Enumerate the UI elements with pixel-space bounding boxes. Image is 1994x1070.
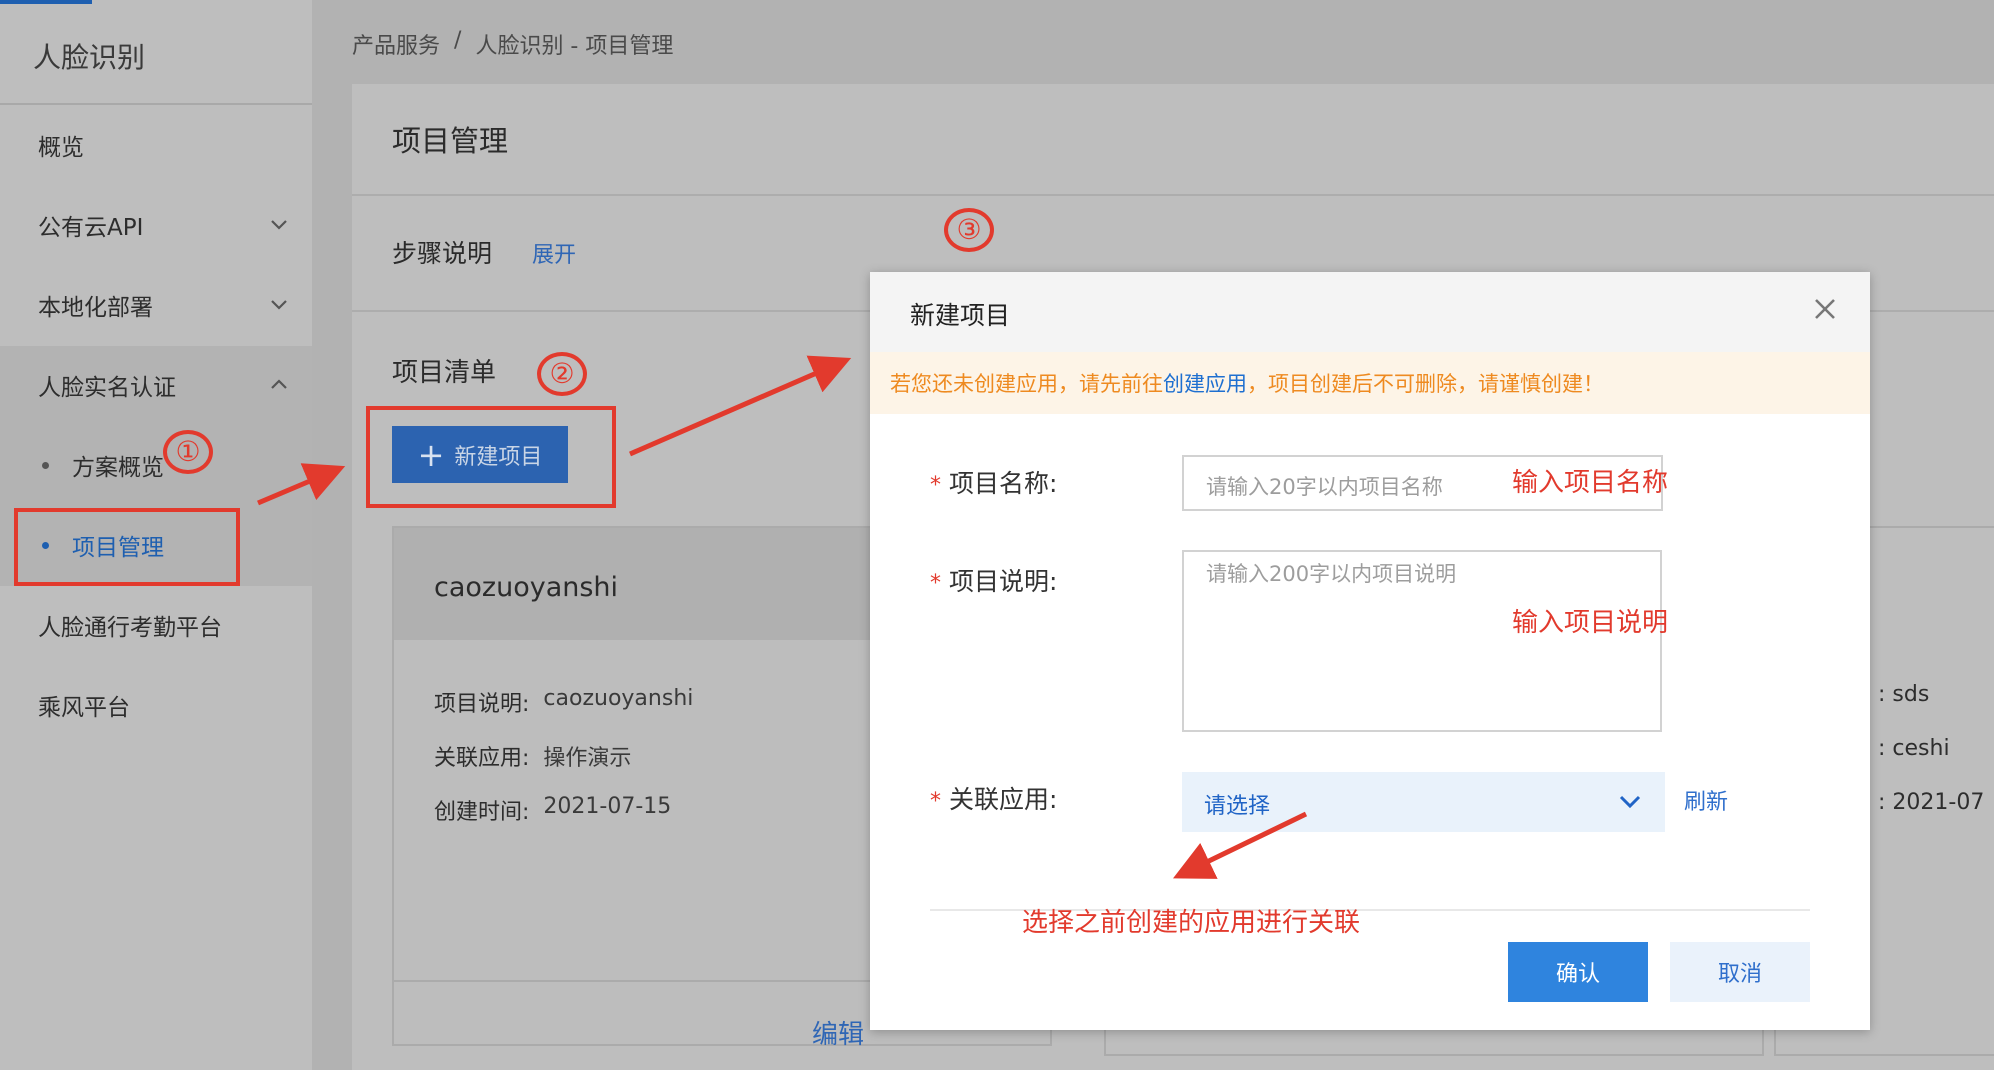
row-value: 2021-07-15 <box>543 794 672 819</box>
sidebar-item-chengfeng[interactable]: 乘风平台 <box>0 665 312 745</box>
sidebar-title: 人脸识别 <box>33 41 146 74</box>
annotation-step-3: ③ <box>944 208 994 252</box>
divider <box>352 194 1994 196</box>
warning-notice: 若您还未创建应用，请先前往 创建应用 ，项目创建后不可删除，请谨慎创建！ <box>870 352 1870 414</box>
new-project-dialog: 新建项目 若您还未创建应用，请先前往 创建应用 ，项目创建后不可删除，请谨慎创建… <box>870 272 1870 1030</box>
sidebar-item-label: 乘风平台 <box>38 695 130 721</box>
breadcrumb: 产品服务 / 人脸识别 - 项目管理 <box>352 28 673 60</box>
label-text: 关联应用: <box>949 785 1058 814</box>
project-desc-textarea[interactable]: 请输入200字以内项目说明 <box>1182 550 1662 732</box>
create-app-link[interactable]: 创建应用 <box>1163 368 1247 398</box>
sidebar-item-label: 方案概览 <box>72 455 164 481</box>
row-value: : ceshi <box>1878 736 1950 761</box>
row-label: 创建时间: <box>434 800 530 825</box>
required-mark: * <box>930 789 941 814</box>
annotation-step-2: ② <box>537 352 587 396</box>
sidebar-item-attendance-platform[interactable]: 人脸通行考勤平台 <box>0 585 312 665</box>
close-icon[interactable] <box>1810 294 1840 324</box>
refresh-link[interactable]: 刷新 <box>1684 784 1728 816</box>
linked-app-label: * 关联应用: <box>930 780 1057 816</box>
row-label: 项目说明: <box>434 692 530 717</box>
breadcrumb-item: 人脸识别 - 项目管理 <box>475 34 674 59</box>
chevron-down-icon <box>271 300 287 310</box>
steps-expand-link[interactable]: 展开 <box>532 237 576 269</box>
edit-link[interactable]: 编辑 <box>812 1014 864 1051</box>
project-list-label: 项目清单 <box>392 358 497 388</box>
required-mark: * <box>930 571 941 596</box>
select-value: 请选择 <box>1204 794 1271 819</box>
annotation-step-1: ① <box>163 430 213 474</box>
sidebar-subitem-solution-overview[interactable]: 方案概览 <box>0 430 312 500</box>
sidebar-item-face-auth[interactable]: 人脸实名认证 <box>0 345 312 425</box>
label-text: 项目说明: <box>949 567 1058 596</box>
cancel-button[interactable]: 取消 <box>1670 942 1810 1002</box>
notice-text: 若您还未创建应用，请先前往 <box>890 372 1163 396</box>
label-text: 项目名称: <box>949 469 1058 498</box>
project-card-row: 关联应用: 操作演示 <box>434 740 631 772</box>
row-value: : 2021-07 <box>1878 790 1985 815</box>
chevron-up-icon <box>271 379 287 389</box>
sidebar-item-overview[interactable]: 概览 <box>0 105 312 185</box>
sidebar-item-public-cloud-api[interactable]: 公有云API <box>0 185 312 265</box>
project-name-label: * 项目名称: <box>930 464 1057 500</box>
annotation-box-project-management <box>14 508 240 586</box>
chevron-down-icon <box>271 220 287 230</box>
breadcrumb-item[interactable]: 产品服务 <box>352 28 440 60</box>
row-label: 关联应用: <box>434 746 530 771</box>
sidebar-item-label: 概览 <box>38 135 84 161</box>
project-card-row: 项目说明: caozuoyanshi <box>434 686 693 718</box>
notice-text: ，项目创建后不可删除，请谨慎创建！ <box>1247 372 1604 396</box>
confirm-button[interactable]: 确认 <box>1508 942 1648 1002</box>
sidebar-item-label: 人脸实名认证 <box>38 375 176 401</box>
project-desc-label: * 项目说明: <box>930 562 1057 598</box>
sidebar-item-label: 人脸通行考勤平台 <box>38 615 222 641</box>
sidebar-item-local-deploy[interactable]: 本地化部署 <box>0 265 312 345</box>
annotation-hint-app: 选择之前创建的应用进行关联 <box>1022 908 1361 938</box>
dialog-header: 新建项目 <box>870 272 1870 352</box>
dialog-title: 新建项目 <box>910 301 1011 330</box>
bullet-icon <box>42 462 49 469</box>
row-value: 操作演示 <box>543 746 632 771</box>
annotation-box-new-project <box>366 406 616 508</box>
page-title: 项目管理 <box>392 124 509 158</box>
row-value: : sds <box>1878 682 1930 707</box>
sidebar-item-label: 公有云API <box>38 215 144 241</box>
annotation-hint-desc: 输入项目说明 <box>1512 608 1669 638</box>
chevron-down-icon <box>1619 795 1641 809</box>
sidebar-top-accent <box>0 0 92 4</box>
project-card-name: caozuoyanshi <box>434 572 619 603</box>
steps-label: 步骤说明 <box>392 239 493 268</box>
sidebar-item-label: 本地化部署 <box>38 295 153 321</box>
annotation-hint-name: 输入项目名称 <box>1512 468 1669 498</box>
project-card-row: 创建时间: 2021-07-15 <box>434 794 671 826</box>
breadcrumb-separator: / <box>454 28 462 53</box>
row-value: caozuoyanshi <box>543 686 694 711</box>
linked-app-select[interactable]: 请选择 <box>1182 772 1665 832</box>
required-mark: * <box>930 473 941 498</box>
